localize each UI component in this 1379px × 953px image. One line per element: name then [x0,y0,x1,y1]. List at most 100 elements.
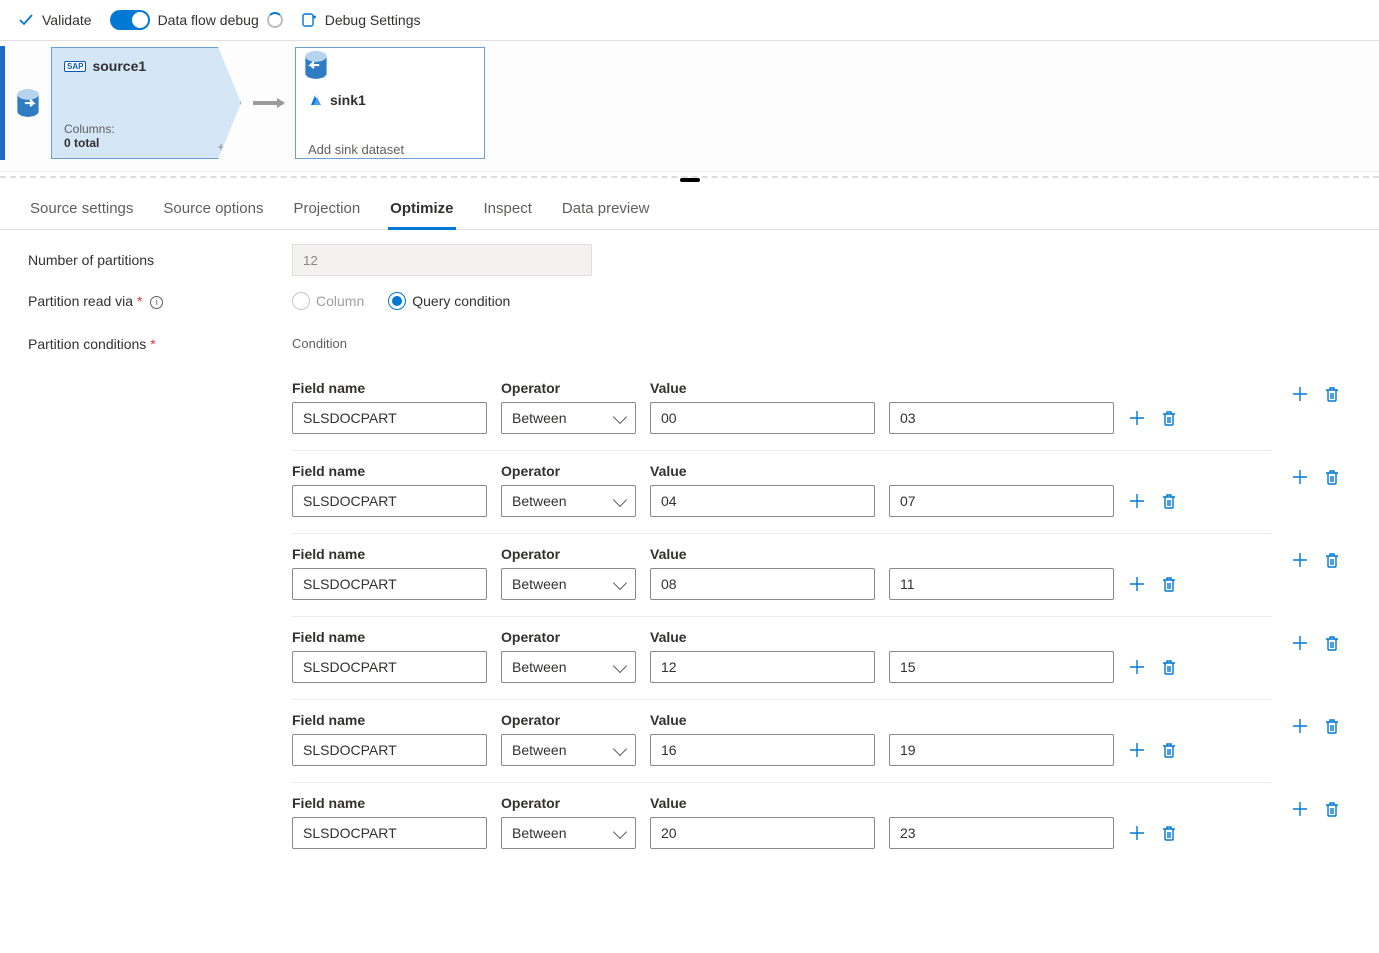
debug-settings-label: Debug Settings [325,12,421,28]
delete-condition-button[interactable] [1160,658,1178,676]
operator-select[interactable]: Between [501,568,636,600]
value-to-label-spacer [889,463,1114,479]
field-name-input[interactable] [292,651,487,683]
value-to-label-spacer [889,380,1114,396]
azure-icon [308,92,324,108]
value-to-input[interactable] [889,651,1114,683]
value-from-input[interactable] [650,485,875,517]
add-condition-button[interactable] [1128,824,1146,842]
delete-condition-button[interactable] [1160,824,1178,842]
operator-select[interactable]: Between [501,485,636,517]
dataflow-canvas[interactable]: SAP source1 Columns: 0 total + sink1 Add [0,41,1379,172]
validate-button[interactable]: Validate [18,12,92,28]
operator-select[interactable]: Between [501,402,636,434]
info-icon[interactable]: i [150,296,163,309]
field-name-input[interactable] [292,402,487,434]
tab-bar: Source settings Source options Projection O… [0,184,1379,230]
operator-value: Between [512,493,566,509]
sink-node[interactable]: sink1 Add sink dataset [295,47,485,159]
add-condition-button[interactable] [1128,409,1146,427]
num-partitions-label: Number of partitions [28,252,268,268]
delete-condition-button[interactable] [1160,575,1178,593]
sink-hint: Add sink dataset [308,142,472,157]
radio-column[interactable]: Column [292,292,364,310]
add-group-button[interactable] [1291,800,1309,818]
condition-row: Field name Operator Between Value [292,782,1271,865]
operator-select[interactable]: Between [501,651,636,683]
operator-value: Between [512,576,566,592]
add-group-button[interactable] [1291,551,1309,569]
source-node-wrap: SAP source1 Columns: 0 total + [6,47,241,159]
resize-handle[interactable] [680,178,700,182]
operator-value: Between [512,410,566,426]
add-condition-button[interactable] [1128,658,1146,676]
check-icon [18,12,34,28]
value-to-input[interactable] [889,817,1114,849]
delete-condition-button[interactable] [1160,492,1178,510]
value-label: Value [650,463,875,479]
operator-value: Between [512,742,566,758]
num-partitions-input[interactable] [292,244,592,276]
columns-label: Columns: [64,122,115,136]
source-node[interactable]: SAP source1 Columns: 0 total + [51,47,241,159]
value-from-input[interactable] [650,568,875,600]
sap-icon: SAP [64,61,86,72]
value-to-input[interactable] [889,402,1114,434]
delete-condition-button[interactable] [1160,409,1178,427]
add-condition-button[interactable] [1128,575,1146,593]
operator-select[interactable]: Between [501,817,636,849]
add-group-button[interactable] [1291,385,1309,403]
field-name-input[interactable] [292,817,487,849]
field-name-input[interactable] [292,734,487,766]
value-to-input[interactable] [889,485,1114,517]
tab-projection[interactable]: Projection [291,194,362,229]
tab-source-settings[interactable]: Source settings [28,194,135,229]
spinner-icon [267,12,283,28]
value-label: Value [650,712,875,728]
debug-toggle-label: Data flow debug [158,12,259,28]
value-to-label-spacer [889,546,1114,562]
operator-label: Operator [501,629,636,645]
optimize-form: Number of partitions Partition read via … [0,230,1379,905]
conditions-label: Partition conditions [28,336,146,352]
delete-group-button[interactable] [1323,385,1341,403]
tab-optimize[interactable]: Optimize [388,194,455,230]
condition-list: Field name Operator Between Value [292,367,1271,865]
add-group-button[interactable] [1291,717,1309,735]
field-name-input[interactable] [292,485,487,517]
value-to-input[interactable] [889,568,1114,600]
condition-row: Field name Operator Between Value [292,450,1271,533]
debug-settings-button[interactable]: Debug Settings [301,12,421,28]
delete-group-button[interactable] [1323,800,1341,818]
value-from-input[interactable] [650,402,875,434]
add-transform-button[interactable]: + [214,140,228,154]
field-name-label: Field name [292,546,487,562]
field-name-label: Field name [292,380,487,396]
value-to-label-spacer [889,629,1114,645]
value-from-input[interactable] [650,817,875,849]
add-condition-button[interactable] [1128,741,1146,759]
add-group-button[interactable] [1291,634,1309,652]
operator-label: Operator [501,795,636,811]
delete-group-button[interactable] [1323,551,1341,569]
delete-group-button[interactable] [1323,717,1341,735]
tab-data-preview[interactable]: Data preview [560,194,652,229]
delete-group-button[interactable] [1323,634,1341,652]
value-from-input[interactable] [650,651,875,683]
delete-condition-button[interactable] [1160,741,1178,759]
debug-toggle[interactable] [110,10,150,30]
tab-inspect[interactable]: Inspect [482,194,534,229]
tab-source-options[interactable]: Source options [161,194,265,229]
value-to-input[interactable] [889,734,1114,766]
operator-select[interactable]: Between [501,734,636,766]
radio-query-label: Query condition [412,293,510,309]
value-label: Value [650,629,875,645]
validate-label: Validate [42,12,92,28]
field-name-input[interactable] [292,568,487,600]
value-from-input[interactable] [650,734,875,766]
add-condition-button[interactable] [1128,492,1146,510]
operator-label: Operator [501,546,636,562]
radio-query[interactable]: Query condition [388,292,510,310]
add-group-button[interactable] [1291,468,1309,486]
delete-group-button[interactable] [1323,468,1341,486]
